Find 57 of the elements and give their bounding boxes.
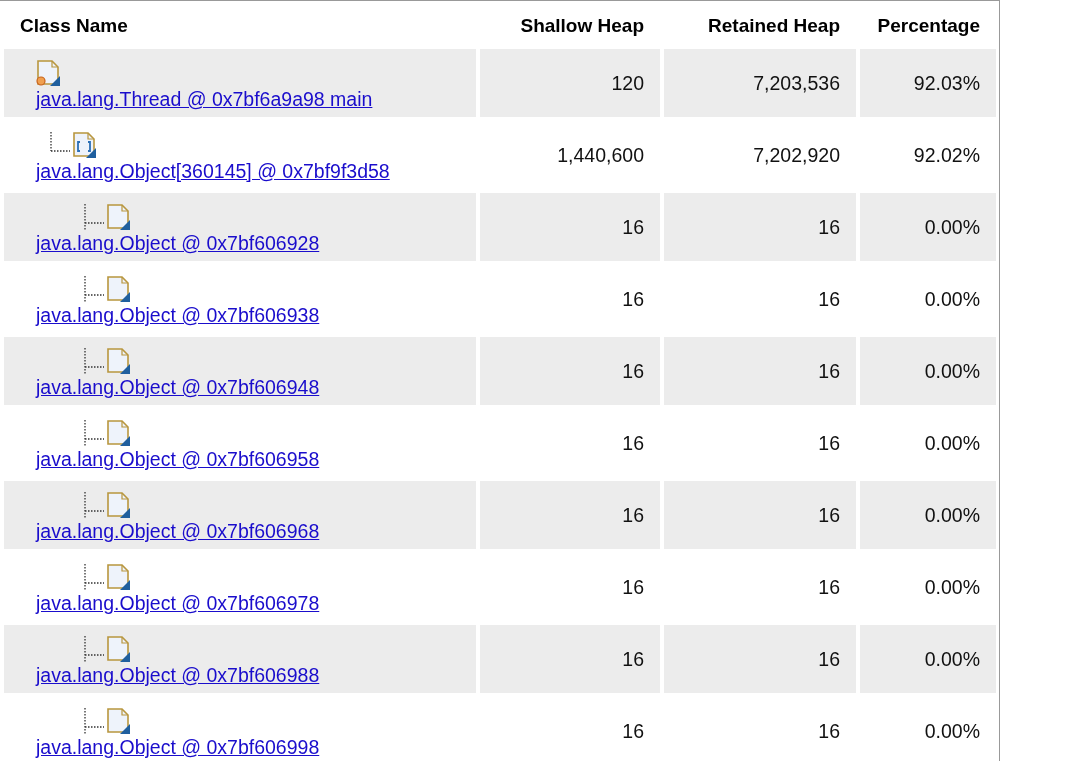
object-file-icon xyxy=(106,492,132,519)
table-cell: 16 xyxy=(480,481,660,549)
column-header[interactable]: Percentage xyxy=(860,1,996,45)
tree-connector xyxy=(84,635,106,663)
tree-connector xyxy=(84,275,106,303)
object-file-icon xyxy=(106,636,132,663)
tree-connector xyxy=(84,419,106,447)
table-cell: 0.00% xyxy=(860,625,996,693)
object-file-icon xyxy=(106,276,132,303)
tree-connector xyxy=(84,491,106,519)
object-file-icon xyxy=(106,204,132,231)
column-header[interactable]: Shallow Heap xyxy=(480,1,660,45)
column-header[interactable]: Class Name xyxy=(4,1,476,45)
table-cell: 16 xyxy=(480,193,660,261)
table-cell-text: 16 xyxy=(621,430,645,456)
object-link[interactable]: java.lang.Object @ 0x7bf606938 xyxy=(36,303,320,327)
table-cell: 7,203,536 xyxy=(664,49,856,117)
table-cell: 16 xyxy=(664,481,856,549)
table-cell-text: 0.00% xyxy=(923,430,981,456)
table-cell: 0.00% xyxy=(860,193,996,261)
table-cell-text: 0.00% xyxy=(923,574,981,600)
table-cell-text: 16 xyxy=(621,718,645,744)
table-cell-text: 16 xyxy=(817,286,841,312)
table-cell: 16 xyxy=(664,337,856,405)
tree-connector xyxy=(84,347,106,375)
table-cell-text: 7,202,920 xyxy=(752,142,841,168)
table-cell: 16 xyxy=(664,625,856,693)
table-cell-text: 16 xyxy=(817,574,841,600)
object-link[interactable]: java.lang.Object @ 0x7bf606958 xyxy=(36,447,320,471)
object-link[interactable]: java.lang.Object @ 0x7bf606998 xyxy=(36,735,320,759)
column-header[interactable]: Retained Heap xyxy=(664,1,856,45)
object-link[interactable]: java.lang.Object[360145] @ 0x7bf9f3d58 xyxy=(36,159,390,183)
table-cell-text: 0.00% xyxy=(923,718,981,744)
array-file-icon xyxy=(72,132,98,159)
table-cell: 0.00% xyxy=(860,337,996,405)
table-cell-text: 16 xyxy=(817,430,841,456)
tree-connector xyxy=(84,203,106,231)
table-cell: 16 xyxy=(480,337,660,405)
object-file-icon xyxy=(106,708,132,735)
object-file-icon xyxy=(106,348,132,375)
table-cell: 16 xyxy=(664,193,856,261)
tree-connector xyxy=(84,707,106,735)
table-cell-text: 1,440,600 xyxy=(556,142,645,168)
object-file-icon xyxy=(106,420,132,447)
table-cell-text: 16 xyxy=(817,718,841,744)
table-cell-text: 92.02% xyxy=(912,142,981,168)
table-cell: 0.00% xyxy=(860,481,996,549)
thread-file-icon xyxy=(36,60,62,87)
table-cell-text: 16 xyxy=(621,574,645,600)
object-link[interactable]: java.lang.Object @ 0x7bf606978 xyxy=(36,591,320,615)
table-cell: 120 xyxy=(480,49,660,117)
table-cell: 16 xyxy=(480,625,660,693)
table-cell: 92.03% xyxy=(860,49,996,117)
table-cell-text: 0.00% xyxy=(923,286,981,312)
object-file-icon xyxy=(106,564,132,591)
tree-connector xyxy=(84,563,106,591)
table-cell-text: 16 xyxy=(621,286,645,312)
